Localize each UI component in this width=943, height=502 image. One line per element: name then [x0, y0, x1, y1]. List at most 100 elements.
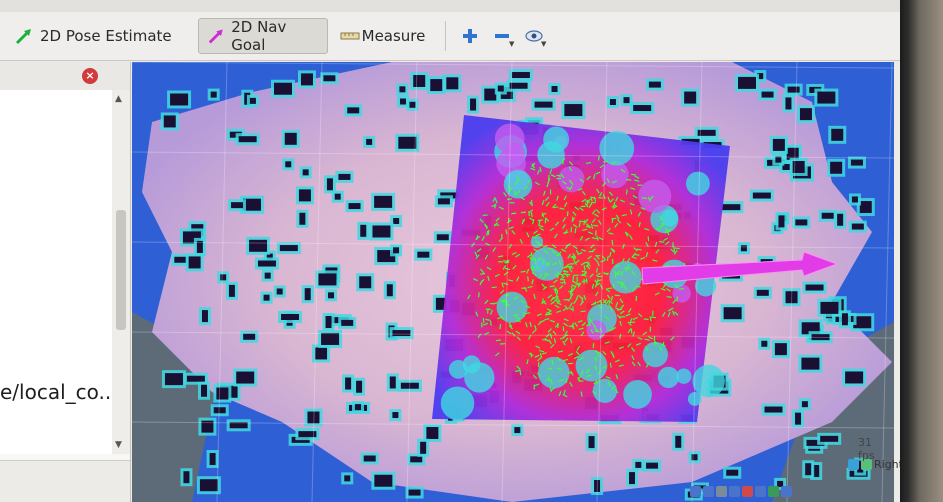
obstacle-cell — [398, 136, 417, 149]
particle — [550, 379, 553, 385]
obstacle-cell — [430, 79, 443, 92]
obstacle-cell — [851, 223, 864, 230]
obstacle-cell — [633, 105, 652, 112]
minus-icon — [495, 34, 510, 38]
particle — [606, 255, 609, 261]
obstacle-cell — [761, 91, 774, 98]
obstacle-cell — [859, 201, 872, 214]
particle — [607, 287, 613, 290]
obstacle-cell — [170, 93, 189, 106]
right-label: Right — [874, 458, 900, 471]
close-icon[interactable]: × — [82, 68, 98, 84]
obstacle-cell — [470, 98, 477, 111]
obstacle-cell — [761, 340, 768, 347]
taskbar-icon[interactable] — [716, 486, 727, 497]
obstacle-cell — [446, 77, 459, 90]
display-tree[interactable]: e/local_co... — [0, 90, 118, 454]
obstacle-cell — [830, 161, 843, 174]
taskbar-icon[interactable] — [703, 486, 714, 497]
taskbar-icon[interactable] — [755, 486, 766, 497]
obstacle-cell — [437, 198, 450, 205]
obstacle-cell — [609, 99, 616, 106]
obstacle-cell — [408, 489, 421, 496]
particle — [571, 286, 574, 292]
view-toggle-button[interactable]: ▼ — [518, 18, 550, 54]
obstacle-cell — [347, 107, 360, 114]
obstacle-cell — [243, 333, 256, 340]
obstacle-cell — [399, 98, 406, 105]
obstacle-cell — [321, 332, 340, 345]
inflation-blob — [638, 179, 672, 213]
measure-tool[interactable]: Measure — [332, 18, 434, 54]
obstacle-cell — [273, 82, 292, 95]
display-topic-text: e/local_co... — [0, 380, 118, 404]
obstacle-cell — [299, 212, 306, 225]
taskbar-icon[interactable] — [690, 486, 701, 497]
obstacle-cell — [837, 213, 844, 226]
scroll-up-icon[interactable]: ▲ — [115, 94, 122, 104]
add-tool-button[interactable] — [454, 18, 486, 54]
taskbar-icon[interactable] — [781, 486, 792, 497]
obstacle-cell — [263, 294, 270, 301]
status-area: Right — [690, 458, 900, 502]
obstacle-cell — [393, 247, 400, 254]
obstacle-cell — [199, 479, 218, 492]
taskbar-icon[interactable] — [768, 486, 779, 497]
particle — [608, 301, 611, 307]
scroll-thumb[interactable] — [116, 210, 126, 330]
displays-panel: × e/local_co... ▲ ▼ — [0, 62, 131, 502]
obstacle-cell — [372, 225, 391, 238]
obstacle-cell — [164, 373, 183, 386]
obstacle-cell — [850, 159, 863, 166]
inflation-blob — [623, 380, 652, 409]
particle — [557, 350, 564, 353]
obstacle-cell — [417, 251, 430, 258]
inflation-blob — [440, 386, 475, 420]
pose-estimate-label: 2D Pose Estimate — [40, 27, 172, 45]
3d-render-viewport[interactable] — [132, 62, 894, 502]
obstacle-cell — [216, 387, 229, 400]
panel-footer — [0, 460, 130, 502]
obstacle-cell — [341, 319, 354, 326]
obstacle-cell — [723, 307, 742, 320]
obstacle-cell — [279, 245, 298, 252]
obstacle-cell — [348, 203, 361, 210]
obstacle-cell — [236, 371, 255, 384]
particle — [580, 310, 586, 313]
obstacle-cell — [392, 330, 411, 337]
particle — [580, 391, 583, 397]
particle — [647, 236, 650, 242]
obstacle-cell — [635, 461, 642, 468]
particle — [556, 174, 562, 177]
particle — [477, 292, 480, 298]
taskbar-icon[interactable] — [742, 486, 753, 497]
scroll-down-icon[interactable]: ▼ — [115, 440, 122, 450]
pose-arrow-icon — [15, 29, 31, 45]
obstacle-cell — [805, 284, 824, 291]
obstacle-cell — [276, 288, 283, 295]
obstacle-cell — [497, 85, 504, 92]
obstacle-cell — [213, 407, 226, 414]
taskbar-icon[interactable] — [729, 486, 740, 497]
obstacle-cell — [841, 313, 848, 326]
obstacle-cell — [399, 86, 406, 93]
particle — [676, 296, 679, 302]
monitor-bezel — [900, 0, 943, 502]
obstacle-cell — [163, 115, 176, 128]
obstacle-cell — [326, 178, 333, 191]
particle — [659, 240, 665, 243]
chevron-down-icon: ▼ — [540, 40, 547, 48]
obstacle-cell — [675, 435, 682, 448]
obstacle-cell — [817, 91, 836, 104]
obstacle-cell — [534, 101, 553, 108]
nav-goal-tool[interactable]: 2D Nav Goal — [197, 18, 328, 54]
obstacle-cell — [298, 189, 311, 202]
obstacle-cell — [285, 161, 292, 168]
panel-scrollbar[interactable]: ▲ ▼ — [112, 90, 130, 454]
obstacle-cell — [334, 193, 341, 200]
obstacle-cell — [795, 412, 802, 425]
obstacle-cell — [648, 81, 661, 88]
remove-tool-button[interactable]: ▼ — [486, 18, 518, 54]
particle — [511, 212, 517, 215]
pose-estimate-tool[interactable]: 2D Pose Estimate — [6, 18, 180, 54]
